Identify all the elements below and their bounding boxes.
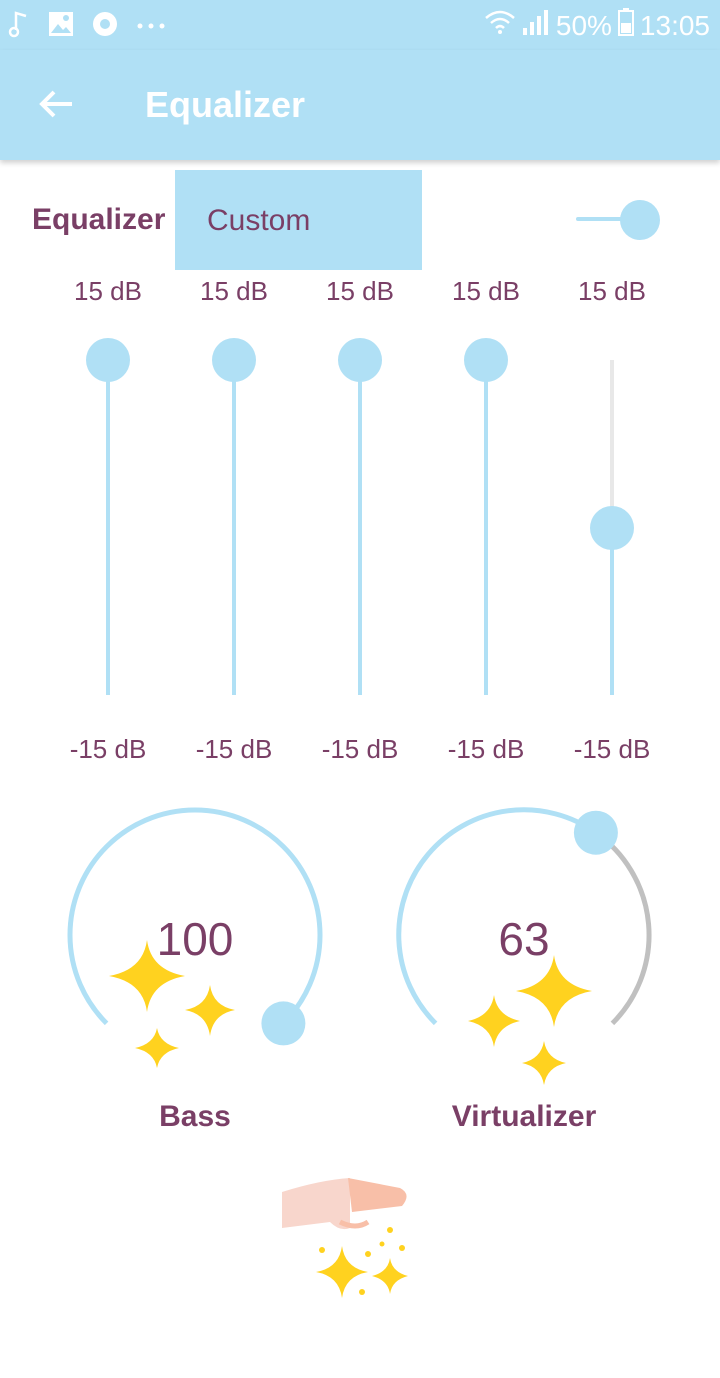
band-slider-1[interactable]: 15 dB -15 dB: [53, 270, 163, 770]
bass-knob[interactable]: 100 Bass: [60, 800, 330, 1140]
status-bar: 50% 13:05: [0, 0, 720, 50]
bass-label: Bass: [159, 1100, 231, 1133]
band-slider-5[interactable]: 15 dB -15 dB: [557, 270, 667, 770]
band-min-label: -15 dB: [321, 734, 399, 764]
music-note-icon: [8, 10, 30, 43]
band-min-label: -15 dB: [573, 734, 651, 764]
band-min-label: -15 dB: [69, 734, 147, 764]
band-max-label: 15 dB: [74, 276, 142, 306]
band-thumb[interactable]: [212, 338, 256, 382]
band-thumb[interactable]: [464, 338, 508, 382]
preset-value: Custom: [207, 204, 311, 237]
band-fill: [358, 360, 362, 695]
band-max-label: 15 dB: [326, 276, 394, 306]
band-min-label: -15 dB: [195, 734, 273, 764]
band-max-label: 15 dB: [452, 276, 520, 306]
band-thumb[interactable]: [338, 338, 382, 382]
app-bar: Equalizer: [0, 50, 720, 160]
battery-icon: [617, 8, 634, 43]
band-fill: [610, 527, 614, 695]
image-icon: [48, 11, 74, 42]
band-max-label: 15 dB: [578, 276, 646, 306]
virtualizer-label: Virtualizer: [451, 1100, 597, 1133]
band-thumb[interactable]: [590, 505, 634, 550]
more-dots-icon: [136, 18, 166, 36]
band-fill: [484, 360, 488, 695]
equalizer-label: Equalizer: [32, 203, 166, 236]
preset-selector[interactable]: Custom: [175, 170, 422, 270]
band-fill: [232, 360, 236, 695]
band-min-label: -15 dB: [447, 734, 525, 764]
band-max-label: 15 dB: [200, 276, 268, 306]
signal-icon: [522, 8, 550, 43]
band-slider-4[interactable]: 15 dB -15 dB: [431, 270, 541, 770]
band-fill: [106, 360, 110, 695]
virtualizer-thumb: [573, 810, 618, 855]
wifi-icon: [484, 8, 516, 43]
band-thumb[interactable]: [86, 338, 130, 382]
bass-thumb: [261, 1001, 306, 1046]
clock: 13:05: [639, 9, 710, 41]
toggle-knob: [620, 200, 660, 240]
chrome-icon: [92, 11, 118, 42]
sparkles-icon: [468, 955, 592, 1085]
band-slider-2[interactable]: 15 dB -15 dB: [179, 270, 289, 770]
bass-value: 100: [156, 913, 234, 965]
virtualizer-knob[interactable]: 63 Virtualizer: [389, 800, 659, 1140]
arrow-left-icon[interactable]: [36, 84, 76, 124]
battery-level: 50%: [555, 9, 612, 41]
hand-sparkles-icon: [270, 1170, 430, 1310]
virtualizer-value: 63: [498, 913, 550, 965]
equalizer-toggle[interactable]: [570, 196, 670, 244]
page-title: Equalizer: [145, 84, 306, 125]
band-slider-3[interactable]: 15 dB -15 dB: [305, 270, 415, 770]
